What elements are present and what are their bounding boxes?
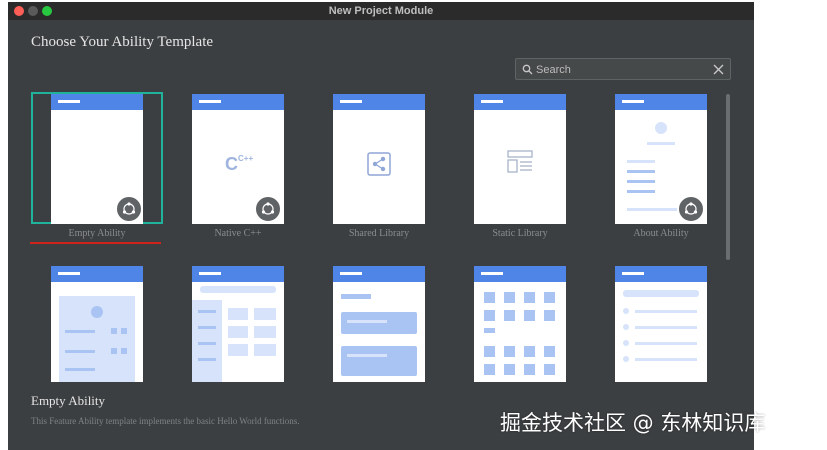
template-empty-ability[interactable]	[31, 92, 163, 224]
ability-badge-icon	[115, 195, 143, 223]
template-preview	[474, 94, 566, 224]
title-bar: New Project Module	[8, 2, 754, 20]
template-preview	[192, 266, 284, 382]
template-shared-library[interactable]	[333, 94, 425, 224]
ability-badge-icon	[254, 195, 282, 223]
layout-icon	[507, 150, 533, 173]
template-list-scrollbar[interactable]	[726, 94, 730, 260]
template-list-ability[interactable]	[51, 266, 143, 382]
template-card-ability[interactable]	[333, 266, 425, 382]
clear-search-icon[interactable]	[713, 64, 724, 75]
template-preview	[333, 94, 425, 224]
search-input[interactable]: Search	[515, 58, 731, 80]
template-grid-ability[interactable]	[474, 266, 566, 382]
template-preview	[51, 266, 143, 382]
template-preview	[615, 266, 707, 382]
share-icon	[367, 152, 391, 176]
search-icon	[522, 64, 533, 75]
template-label: Shared Library	[348, 228, 410, 239]
ability-badge-icon	[677, 195, 705, 223]
new-project-module-window: New Project Module Choose Your Ability T…	[8, 2, 754, 450]
description-title: Empty Ability	[31, 393, 106, 408]
template-preview	[474, 266, 566, 382]
avatar-placeholder	[655, 122, 667, 134]
selection-underline	[30, 242, 161, 244]
page-title: Choose Your Ability Template	[31, 34, 214, 50]
template-preview	[333, 266, 425, 382]
search-placeholder: Search	[536, 64, 571, 76]
cpp-icon: CC++	[225, 154, 254, 174]
template-label: Empty Ability	[68, 228, 126, 239]
description-text: This Feature Ability template implements…	[31, 416, 300, 426]
window-title: New Project Module	[328, 5, 434, 17]
template-label: Static Library	[492, 228, 548, 239]
template-settings-ability[interactable]	[615, 266, 707, 382]
template-static-library[interactable]	[474, 94, 566, 224]
watermark-text: 掘金技术社区 @ 东林知识库	[500, 411, 766, 435]
template-category-ability[interactable]	[192, 266, 284, 382]
template-label: About Ability	[633, 228, 689, 239]
template-native-cpp[interactable]: CC++	[192, 94, 284, 224]
template-label: Native C++	[214, 228, 262, 239]
template-about-ability[interactable]	[615, 94, 707, 224]
